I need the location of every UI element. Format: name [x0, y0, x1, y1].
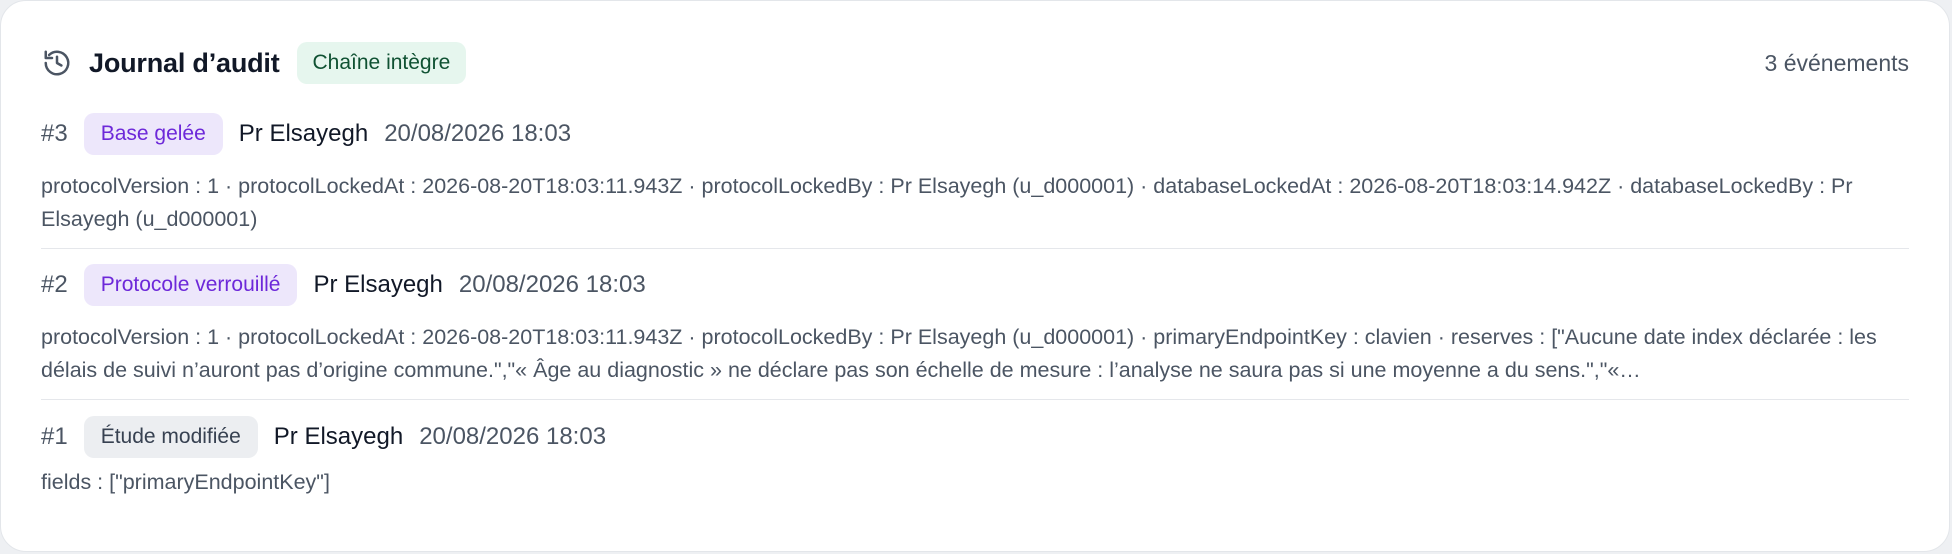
entry-timestamp: 20/08/2026 18:03: [384, 120, 572, 147]
divider: [41, 248, 1909, 249]
entry-details: fields : ["primaryEndpointKey"]: [41, 470, 330, 494]
divider: [41, 399, 1909, 400]
audit-entry-header: #2 Protocole verrouillé Pr Elsayegh 20/0…: [41, 264, 1909, 306]
entry-actor: Pr Elsayegh: [238, 120, 369, 147]
event-type-badge: Étude modifiée: [83, 416, 258, 458]
audit-entry-header: #3 Base gelée Pr Elsayegh 20/08/2026 18:…: [41, 113, 1909, 155]
event-type-badge: Base gelée: [83, 113, 223, 155]
audit-log-header: Journal d’audit Chaîne intègre 3 événeme…: [41, 41, 1909, 85]
entry-actor: Pr Elsayegh: [273, 423, 404, 450]
audit-entry: #3 Base gelée Pr Elsayegh 20/08/2026 18:…: [41, 113, 1909, 236]
page-title: Journal d’audit: [89, 47, 280, 78]
audit-log-card: Journal d’audit Chaîne intègre 3 événeme…: [0, 0, 1950, 552]
integrity-status-badge: Chaîne intègre: [296, 42, 467, 84]
entry-timestamp: 20/08/2026 18:03: [419, 423, 607, 450]
audit-entry: #1 Étude modifiée Pr Elsayegh 20/08/2026…: [41, 416, 1909, 499]
entry-actor: Pr Elsayegh: [313, 271, 443, 298]
history-icon: [41, 47, 73, 79]
event-count: 3 événements: [1764, 49, 1909, 76]
audit-entry-header: #1 Étude modifiée Pr Elsayegh 20/08/2026…: [41, 416, 1909, 458]
entry-details: protocolVersion : 1 · protocolLockedAt :…: [41, 325, 1877, 382]
audit-entry: #2 Protocole verrouillé Pr Elsayegh 20/0…: [41, 264, 1909, 387]
entry-sequence-number: #1: [41, 423, 68, 450]
entry-sequence-number: #2: [41, 271, 68, 298]
entry-sequence-number: #3: [41, 120, 68, 147]
entry-details: protocolVersion : 1 · protocolLockedAt :…: [41, 174, 1853, 231]
entry-timestamp: 20/08/2026 18:03: [458, 271, 646, 298]
event-type-badge: Protocole verrouillé: [83, 264, 298, 306]
